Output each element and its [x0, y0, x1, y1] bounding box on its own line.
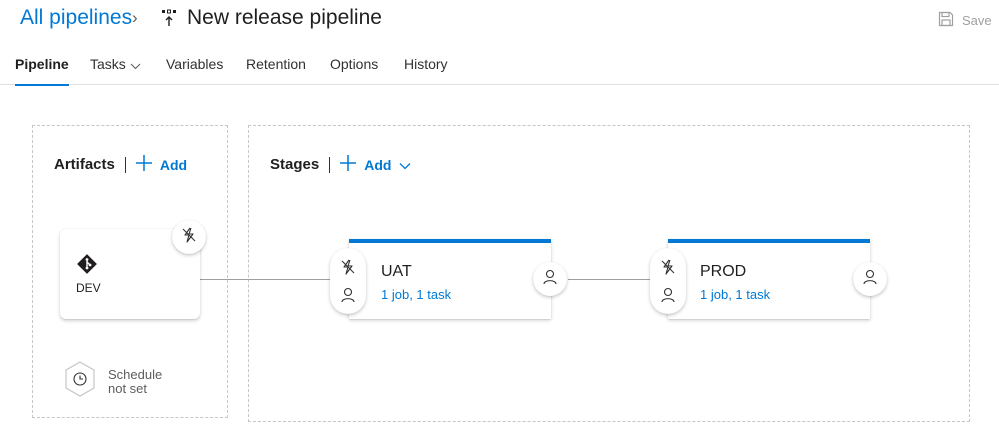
pre-deployment-approvers-icon[interactable]	[341, 287, 355, 303]
stage-summary-link[interactable]: 1 job, 1 task	[381, 287, 451, 302]
tab-retention[interactable]: Retention	[246, 56, 306, 84]
uat-pre-deployment-conditions	[330, 248, 366, 314]
artifact-to-uat-connector	[200, 279, 330, 280]
pre-deployment-approvers-icon[interactable]	[661, 287, 675, 303]
chevron-down-icon	[130, 57, 141, 73]
schedule-line1: Schedule	[108, 366, 163, 382]
stage-card-prod[interactable]: PROD 1 job, 1 task	[668, 239, 870, 319]
add-artifact-button[interactable]: Add	[135, 155, 188, 174]
tab-options[interactable]: Options	[330, 56, 378, 84]
divider	[124, 156, 126, 173]
add-stage-label: Add	[364, 156, 392, 173]
save-button[interactable]: Save	[938, 11, 992, 29]
tab-tasks[interactable]: Tasks	[90, 56, 141, 84]
artifact-name: DEV	[76, 281, 101, 295]
tab-tasks-label: Tasks	[90, 56, 126, 72]
plus-icon	[340, 155, 357, 174]
clock-icon	[62, 360, 98, 403]
artifact-trigger-button[interactable]	[172, 220, 206, 254]
stage-summary-link[interactable]: 1 job, 1 task	[700, 287, 770, 302]
person-icon	[543, 269, 557, 290]
prod-pre-deployment-conditions	[650, 248, 686, 314]
uat-post-deployment-approvers-button[interactable]	[533, 262, 567, 296]
plus-icon	[135, 155, 152, 174]
schedule-line2: not set	[108, 380, 148, 396]
stages-title: Stages	[270, 156, 320, 173]
pre-deployment-trigger-icon[interactable]	[340, 259, 356, 275]
artifacts-title: Artifacts	[54, 156, 115, 173]
schedule-text: Schedule not set	[108, 366, 163, 396]
tab-pipeline[interactable]: Pipeline	[15, 56, 69, 86]
add-artifact-label: Add	[159, 156, 188, 173]
divider	[329, 156, 331, 173]
save-label: Save	[962, 12, 992, 28]
stages-header: Stages Add	[270, 155, 411, 174]
breadcrumb-separator: ›	[132, 8, 138, 27]
uat-to-prod-connector	[568, 279, 650, 280]
header: All pipelines › New release pipeline Sav…	[0, 0, 999, 40]
add-stage-button[interactable]: Add	[340, 155, 411, 174]
release-pipeline-icon	[161, 9, 177, 27]
git-icon	[77, 254, 97, 274]
stage-name: UAT	[381, 263, 412, 280]
prod-post-deployment-approvers-button[interactable]	[853, 262, 887, 296]
page-title: New release pipeline	[187, 6, 382, 29]
person-icon	[863, 269, 877, 290]
tab-bar: Pipeline Tasks Variables Retention Optio…	[0, 52, 999, 86]
save-icon	[938, 11, 954, 30]
stage-card-uat[interactable]: UAT 1 job, 1 task	[349, 239, 551, 319]
schedule-button[interactable]: Schedule not set	[62, 360, 162, 403]
continuous-deployment-trigger-icon	[181, 227, 197, 248]
artifacts-header: Artifacts Add	[54, 155, 187, 174]
stage-name: PROD	[700, 263, 747, 280]
chevron-down-icon	[399, 157, 411, 173]
breadcrumb-all-pipelines[interactable]: All pipelines	[20, 6, 132, 30]
tab-history[interactable]: History	[404, 56, 448, 84]
tab-variables[interactable]: Variables	[166, 56, 223, 84]
pre-deployment-trigger-icon[interactable]	[660, 259, 676, 275]
